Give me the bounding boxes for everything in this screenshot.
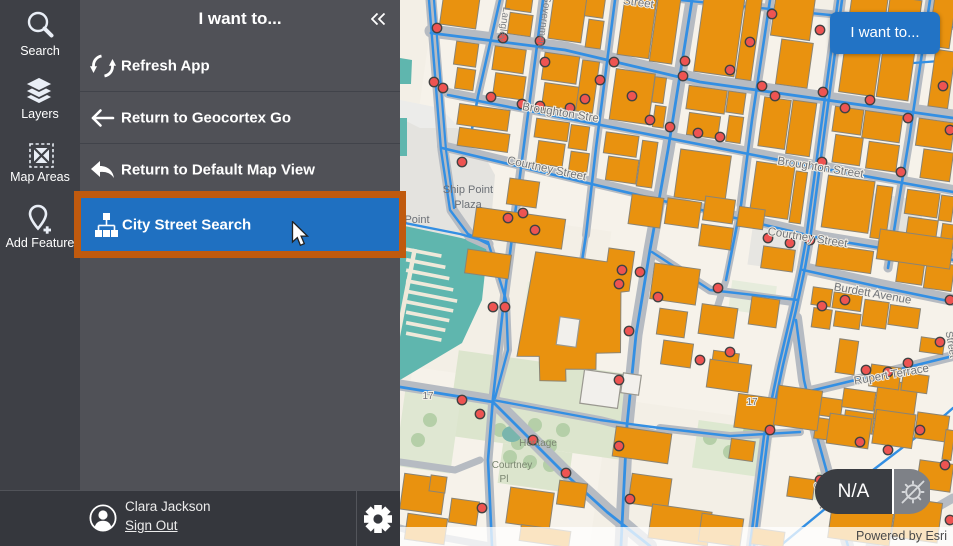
svg-text:Point: Point xyxy=(404,214,429,226)
svg-text:Courtney: Courtney xyxy=(492,460,533,471)
svg-text:17: 17 xyxy=(746,397,758,408)
svg-text:Heritage: Heritage xyxy=(519,438,557,449)
svg-text:17: 17 xyxy=(422,391,434,402)
svg-text:Pl: Pl xyxy=(500,474,509,485)
svg-text:Ship Point: Ship Point xyxy=(443,184,493,196)
svg-text:Plaza: Plaza xyxy=(454,199,482,211)
